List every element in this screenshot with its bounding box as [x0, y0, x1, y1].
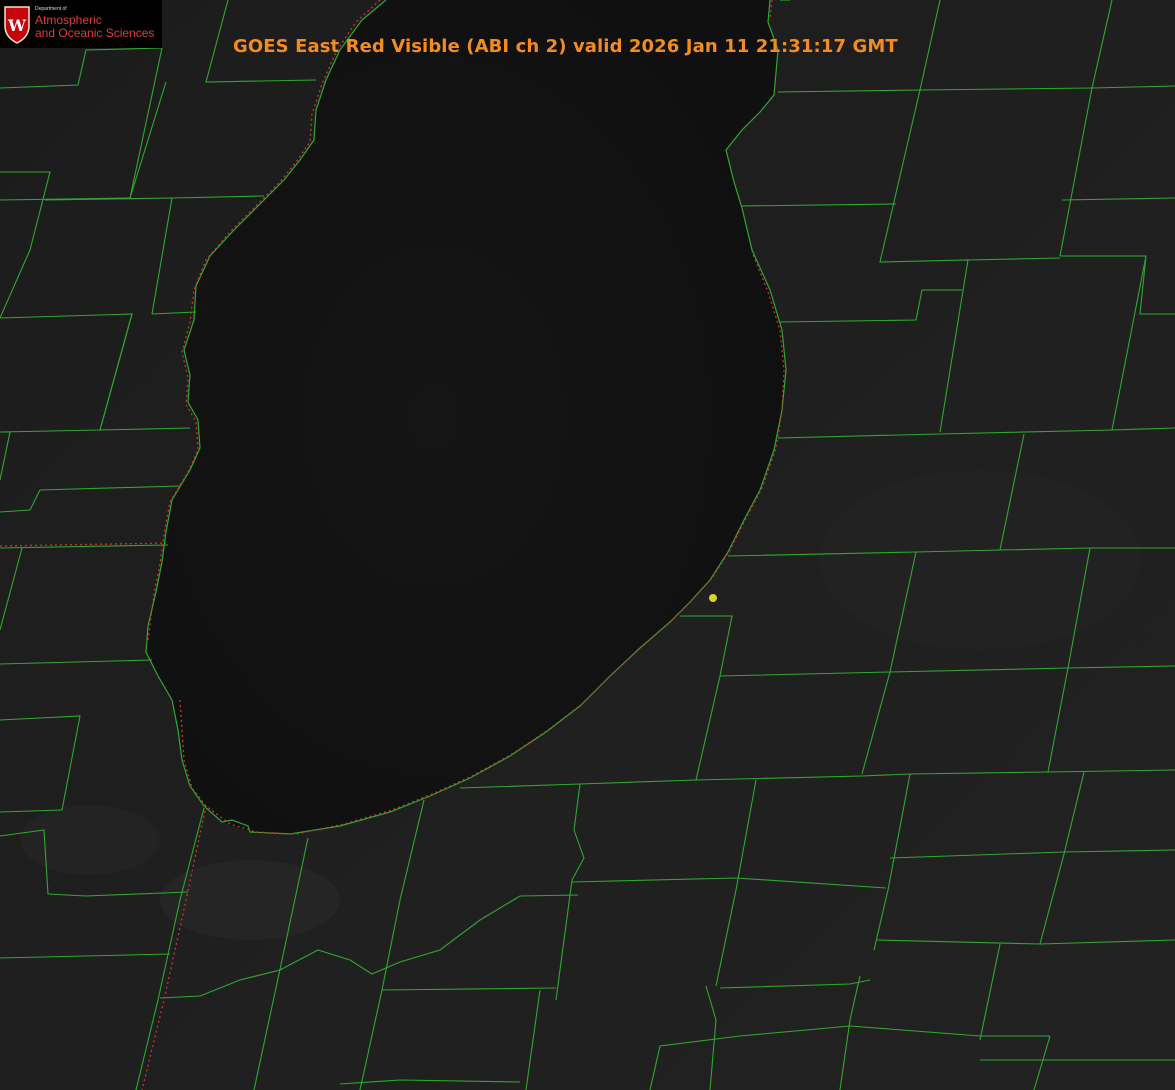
- crest-letter: W: [7, 16, 27, 35]
- satellite-map: [0, 0, 1175, 1090]
- cloud-haze: [820, 470, 1140, 650]
- satellite-image-viewer: W Department of Atmospheric and Oceanic …: [0, 0, 1175, 1090]
- image-title: GOES East Red Visible (ABI ch 2) valid 2…: [233, 36, 898, 57]
- university-crest-icon: W: [4, 6, 30, 44]
- aos-logo: W Department of Atmospheric and Oceanic …: [0, 0, 162, 48]
- station-marker: [709, 594, 717, 602]
- cloud-haze: [20, 805, 160, 875]
- logo-line-2: and Oceanic Sciences: [35, 26, 155, 40]
- logo-department: Department of: [35, 6, 67, 12]
